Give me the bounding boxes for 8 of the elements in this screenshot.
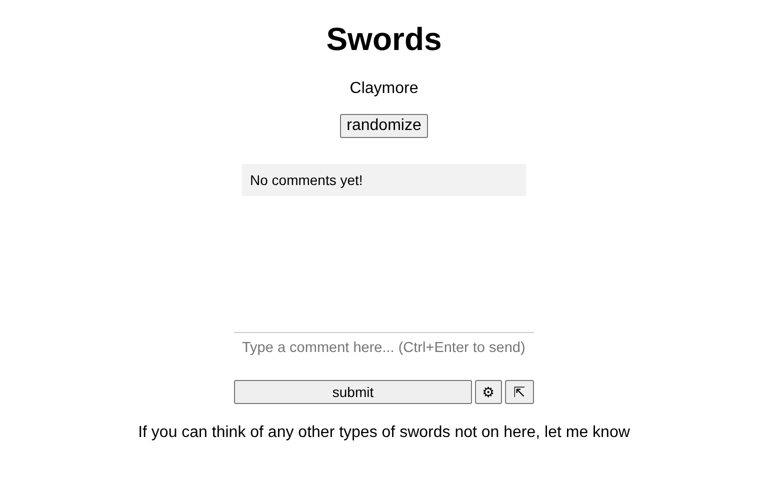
randomize-button[interactable]: randomize [340,114,428,138]
page-title: Swords [326,21,442,58]
footer-text: If you can think of any other types of swords not on here, let me know [138,424,630,442]
sword-name: Claymore [350,80,418,98]
settings-button[interactable]: ⚙ [475,380,502,404]
submit-button[interactable]: submit [234,380,472,404]
empty-comments-text: No comments yet! [250,172,363,188]
popout-button[interactable]: ⇱ [505,380,534,404]
